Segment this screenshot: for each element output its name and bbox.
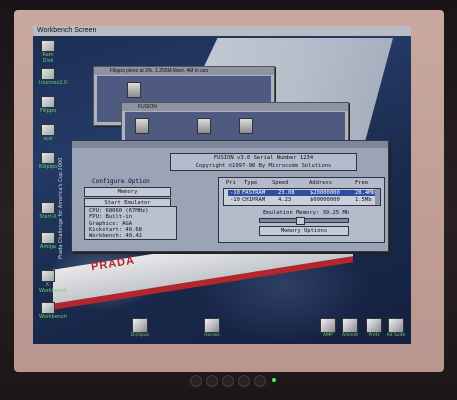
info-line: Workbench: 40.42 (89, 233, 142, 240)
icon-label: Killpipo (39, 164, 58, 170)
icon-label: Ram Disk (42, 52, 54, 64)
icon-label: DirOpus (130, 333, 150, 338)
prefs-icon[interactable]: Prefs (363, 318, 385, 338)
ad-suite-icon[interactable]: Ad Suite (385, 318, 407, 338)
header-speed: Speed (272, 180, 289, 186)
memory-panel: Pri Type Speed Address Free -10 FASTRAM … (218, 177, 385, 243)
banner-title: FUSION v3.0 Serial Number 1234 (213, 155, 314, 161)
icon-label: Prefs (368, 333, 380, 338)
icon-label: Filippo (39, 108, 57, 114)
workbench-icon[interactable]: Workbench (39, 302, 67, 320)
ram-disk-icon[interactable]: Ram Disk (39, 40, 57, 64)
screen: PRADA Workbench Screen Prada Challenge f… (33, 26, 411, 344)
memory-button[interactable]: Memory (84, 187, 171, 197)
memory-row[interactable]: -10 FASTRAM 23.08 $20000000 28.4Mb (228, 190, 380, 196)
monitor-button[interactable] (206, 375, 218, 387)
icon-label: Aminet (341, 333, 359, 338)
monitor-button[interactable] (254, 375, 266, 387)
icon-label: Ad Suite (386, 333, 406, 338)
monitor-button[interactable] (222, 375, 234, 387)
fusion-dialog: FUSION v3.0 Serial Number 1234 Copyright… (71, 140, 389, 252)
disk-icon[interactable] (239, 118, 253, 134)
x-workbench-icon[interactable]: X-Workbench (39, 270, 67, 294)
window-body (125, 112, 345, 140)
monitor-button[interactable] (238, 375, 250, 387)
monitor-button[interactable] (190, 375, 202, 387)
amiga-icon[interactable]: Amiga (39, 232, 57, 250)
killpipo-icon[interactable]: Killpipo (39, 152, 57, 170)
header-type: Type (244, 180, 258, 186)
icon-label: scsi (43, 136, 53, 142)
monitor-buttons (190, 374, 280, 387)
drawer-icon[interactable] (127, 82, 141, 98)
icon-label: Workbench (39, 314, 67, 320)
icon-label: X-Workbench (39, 282, 67, 294)
screen-titlebar: Workbench Screen (33, 26, 411, 36)
diropus-icon[interactable]: DirOpus (129, 318, 151, 338)
icon-label: Iriunnez2.0 (39, 80, 68, 86)
memory-options-button[interactable]: Memory Options (259, 226, 349, 236)
scsi-icon[interactable]: scsi (39, 124, 57, 142)
aminet-icon[interactable]: Aminet (339, 318, 361, 338)
amp-icon[interactable]: AMP (317, 318, 339, 338)
configure-title: Configure Option (92, 178, 150, 185)
fusion-banner: FUSION v3.0 Serial Number 1234 Copyright… (170, 153, 357, 171)
list-scrollbar[interactable] (375, 189, 380, 205)
icon-label: AMP (323, 333, 333, 338)
fusion-window[interactable]: FUSION (121, 102, 349, 144)
memory-list[interactable]: -10 FASTRAM 23.08 $20000000 28.4Mb -10 C… (223, 188, 381, 206)
banner-copyright: Copyright ©1997-98 By Microcode Solution… (195, 163, 332, 169)
wallpaper-caption: Prada Challenge for America's Cup 2000 (58, 157, 64, 259)
icon-label: Start-X (39, 214, 57, 220)
header-pri: Pri (226, 180, 236, 186)
emulation-memory-label: Emulation Memory: 39.25 Mb (263, 210, 350, 216)
fusion-icon[interactable] (135, 118, 149, 134)
start-x-icon[interactable]: Start-X (39, 202, 57, 220)
system-info: CPU: 68060 (67MHz) FPU: Built-in Graphic… (84, 206, 177, 240)
header-address: Address (309, 180, 333, 186)
filippo-icon[interactable]: Filippo (39, 96, 57, 114)
window-title: Filippo pieno al 3%. 1.255M liberi, 4M i… (94, 67, 274, 75)
slider-knob[interactable] (296, 217, 305, 225)
horses-icon[interactable]: Horses (201, 318, 223, 338)
power-led (272, 378, 276, 382)
header-free: Free (355, 180, 369, 186)
disk-icon[interactable] (197, 118, 211, 134)
icon-label: Amiga (40, 244, 56, 250)
iriunnez-icon[interactable]: Iriunnez2.0 (39, 68, 68, 86)
icon-label: Horses (204, 333, 220, 338)
emulation-memory-slider[interactable] (259, 217, 349, 225)
memory-row[interactable]: -10 CHIPRAM 4.23 $00000000 1.5Mb (228, 197, 380, 203)
window-title: FUSION (122, 103, 348, 111)
dialog-titlebar[interactable] (72, 141, 388, 148)
